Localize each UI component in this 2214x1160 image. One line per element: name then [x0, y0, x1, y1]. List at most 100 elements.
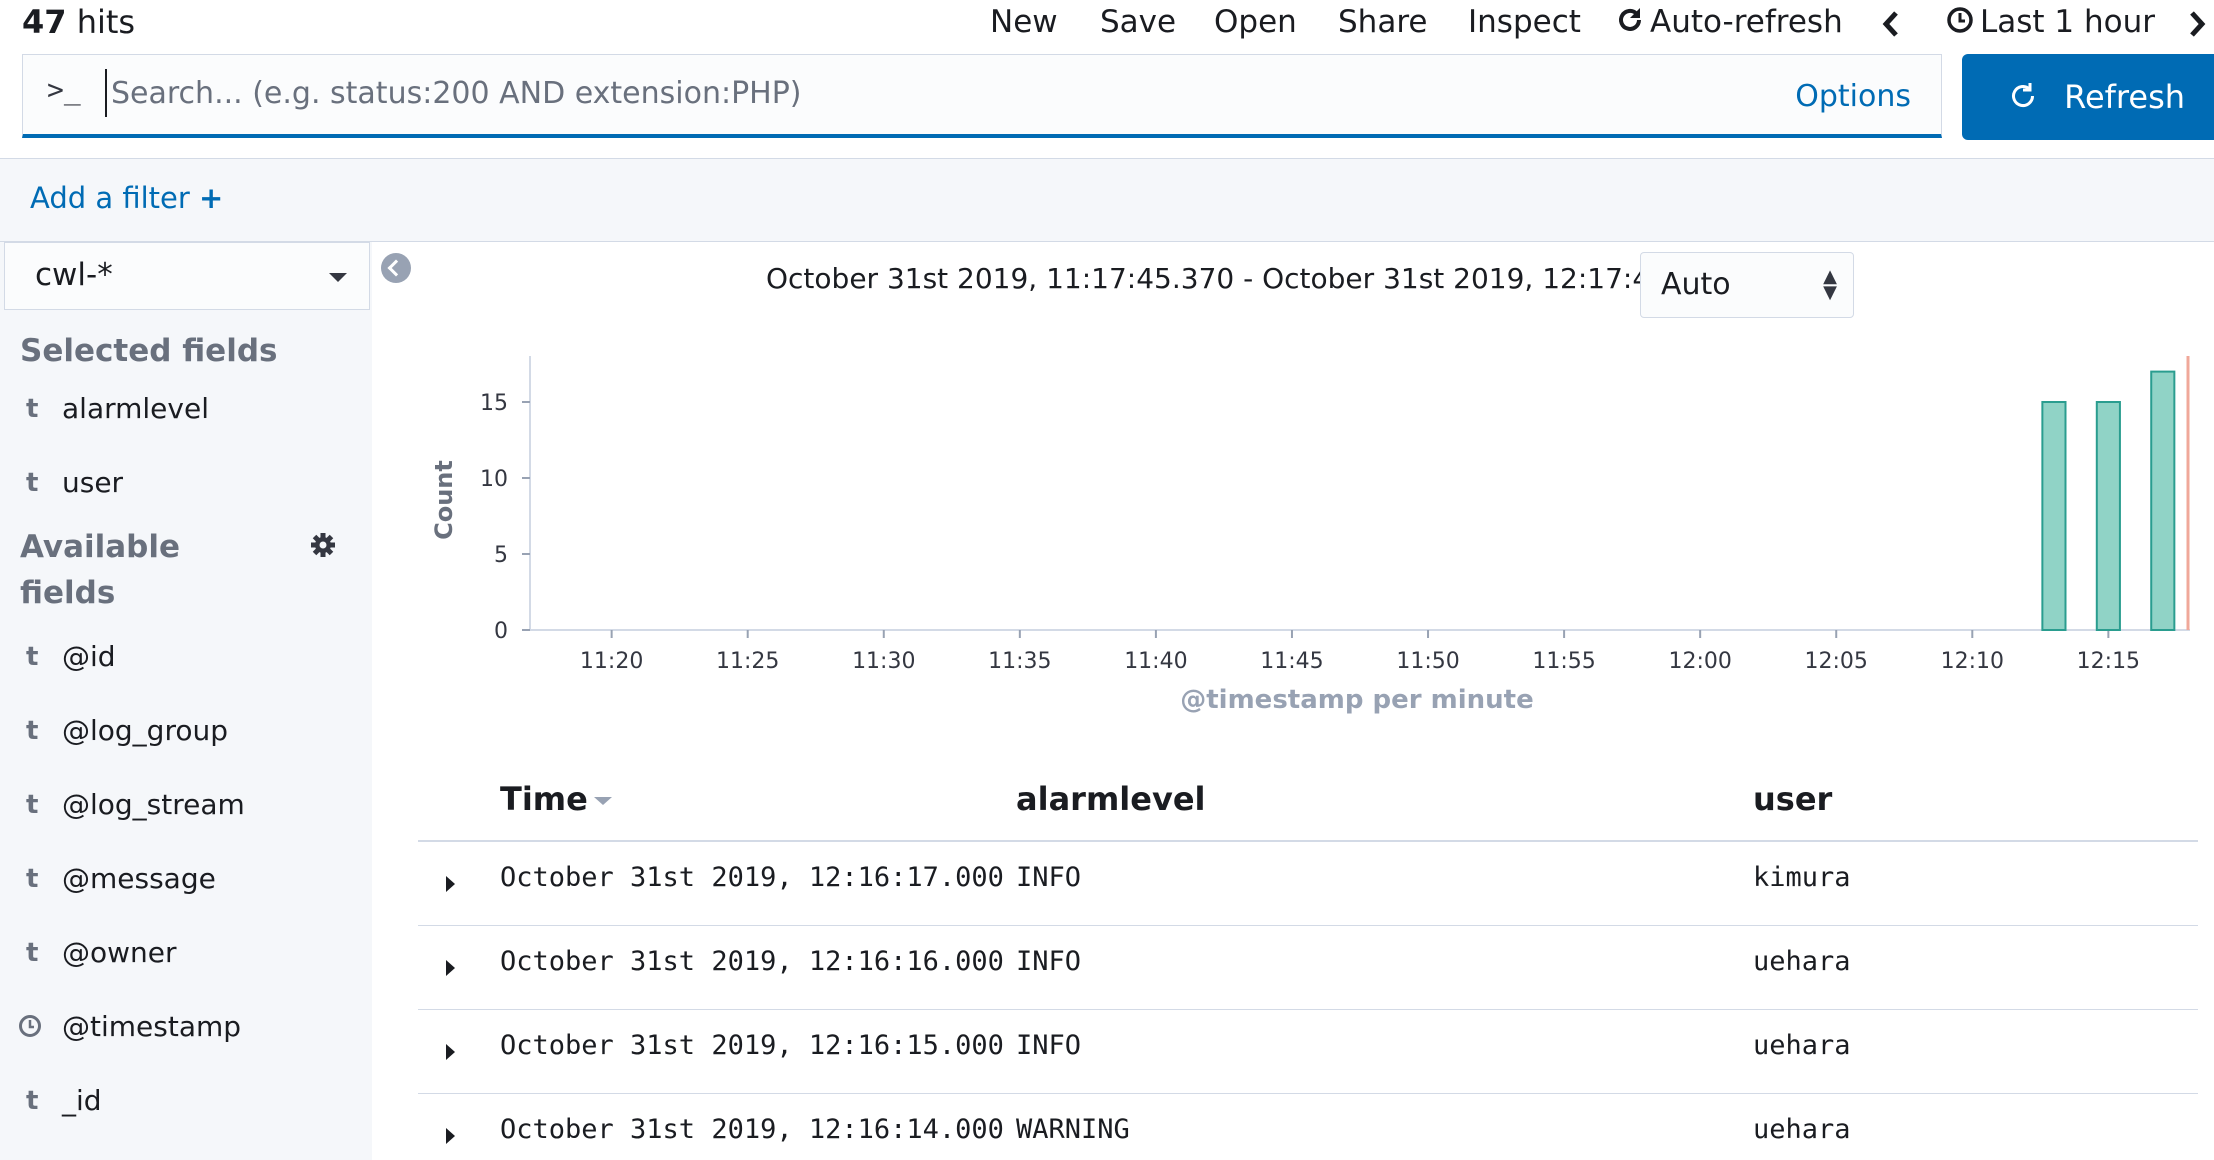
field-name: @message [62, 862, 216, 895]
field-item-id[interactable]: t @id [0, 630, 372, 686]
column-header-alarmlevel[interactable]: alarmlevel [1016, 780, 1205, 818]
gear-icon[interactable] [310, 532, 336, 562]
time-picker-button[interactable]: Last 1 hour [1946, 2, 2155, 42]
y-tick-label: 5 [494, 543, 508, 568]
string-type-icon: t [26, 864, 39, 894]
cell-time: October 31st 2019, 12:16:15.000 [500, 1030, 1004, 1061]
sort-caret-icon [593, 797, 612, 805]
string-type-icon: t [26, 394, 39, 424]
index-pattern-select[interactable]: cwl-* [4, 242, 370, 310]
open-button[interactable]: Open [1214, 2, 1297, 42]
column-header-user[interactable]: user [1753, 780, 1832, 818]
y-axis-label: Count [430, 460, 458, 540]
field-name: @log_stream [62, 788, 245, 821]
selected-fields-title: Selected fields [20, 333, 278, 369]
field-name: @timestamp [62, 1010, 242, 1043]
x-tick-label: 12:00 [1668, 649, 1731, 674]
x-axis-label: @timestamp per minute [1180, 685, 1533, 715]
string-type-icon: t [26, 642, 39, 672]
field-item-owner[interactable]: t @owner [0, 926, 372, 982]
cell-alarmlevel: INFO [1016, 1030, 1082, 1061]
add-filter-button[interactable]: Add a filter + [30, 181, 223, 215]
y-tick-label: 15 [480, 391, 508, 416]
field-item-log-stream[interactable]: t @log_stream [0, 778, 372, 834]
column-header-time[interactable]: Time [500, 780, 612, 818]
time-forward-button[interactable] [2186, 2, 2208, 42]
field-name: @log_group [62, 714, 229, 747]
time-picker-label: Last 1 hour [1980, 4, 2156, 40]
table-row: October 31st 2019, 12:16:16.000 INFO ueh… [418, 926, 2198, 1010]
field-name: alarmlevel [62, 392, 209, 425]
chart-bars [2041, 356, 2190, 631]
field-name: @owner [62, 936, 177, 969]
histogram-chart: 0 5 10 15 11:20 11:25 11:30 11:35 11:40 11:45 11:5… [430, 356, 2190, 715]
cell-time: October 31st 2019, 12:16:16.000 [500, 946, 1004, 977]
x-tick-label: 11:35 [988, 649, 1051, 674]
field-item-message[interactable]: t @message [0, 852, 372, 908]
auto-refresh-button[interactable]: Auto-refresh [1616, 2, 1843, 42]
inspect-button[interactable]: Inspect [1468, 2, 1581, 42]
field-item-user[interactable]: t user [0, 456, 372, 512]
refresh-button[interactable]: Refresh [1962, 54, 2214, 140]
string-type-icon: t [26, 790, 39, 820]
table-row: October 31st 2019, 12:16:15.000 INFO ueh… [418, 1010, 2198, 1094]
chevron-left-icon [1880, 4, 1902, 40]
expand-row-icon[interactable] [446, 1044, 455, 1060]
new-button[interactable]: New [990, 2, 1058, 42]
cell-alarmlevel: INFO [1016, 862, 1082, 893]
interval-select[interactable]: Auto ▲ ▼ [1640, 252, 1854, 318]
table-row: October 31st 2019, 12:16:17.000 INFO kim… [418, 842, 2198, 926]
field-name: @id [62, 640, 116, 673]
x-tick-label: 11:20 [580, 649, 643, 674]
cell-user: uehara [1753, 946, 1851, 977]
expand-row-icon[interactable] [446, 876, 455, 892]
query-bar: >_ Options [22, 54, 1942, 138]
field-item-alarmlevel[interactable]: t alarmlevel [0, 382, 372, 438]
x-tick-label: 12:15 [2077, 649, 2140, 674]
field-sidebar: cwl-* Selected fields t alarmlevel t use… [0, 242, 372, 1160]
refresh-icon [2008, 78, 2064, 116]
select-arrows-icon: ▲ ▼ [1823, 266, 1837, 303]
x-tick-label: 11:40 [1124, 649, 1187, 674]
y-tick-label: 0 [494, 619, 508, 644]
y-tick-label: 10 [480, 467, 508, 492]
query-prompt-icon: >_ [47, 73, 81, 106]
cell-time: October 31st 2019, 12:16:14.000 [500, 1114, 1004, 1145]
time-back-button[interactable] [1880, 2, 1902, 42]
field-name: _id [62, 1084, 102, 1117]
cell-time: October 31st 2019, 12:16:17.000 [500, 862, 1004, 893]
expand-row-icon[interactable] [446, 1128, 455, 1144]
cell-user: uehara [1753, 1030, 1851, 1061]
table-row: October 31st 2019, 12:16:14.000 WARNING … [418, 1094, 2198, 1160]
string-type-icon: t [26, 1086, 39, 1116]
x-tick-label: 11:30 [852, 649, 915, 674]
field-item-underscore-id[interactable]: t _id [0, 1074, 372, 1130]
filter-bar: Add a filter + [0, 158, 2214, 242]
clock-icon [1946, 4, 1974, 44]
histogram-bar [2095, 401, 2121, 631]
hits-count: 47 hits [22, 3, 136, 41]
top-bar: 47 hits New Save Open Share Inspect Auto… [0, 0, 2214, 48]
collapse-sidebar-icon[interactable] [381, 253, 411, 283]
field-name: user [62, 466, 124, 499]
expand-row-icon[interactable] [446, 960, 455, 976]
share-button[interactable]: Share [1338, 2, 1427, 42]
string-type-icon: t [26, 716, 39, 746]
options-link[interactable]: Options [1795, 79, 1911, 114]
x-tick-label: 11:45 [1260, 649, 1323, 674]
chevron-right-icon [2186, 4, 2208, 40]
field-item-timestamp[interactable]: @timestamp [0, 1000, 372, 1056]
interval-value: Auto [1661, 267, 1731, 302]
search-input[interactable] [105, 69, 1705, 117]
add-filter-label: Add a filter [30, 181, 190, 215]
histogram-bar [2150, 370, 2176, 631]
save-button[interactable]: Save [1100, 2, 1176, 42]
cell-user: uehara [1753, 1114, 1851, 1145]
field-item-log-group[interactable]: t @log_group [0, 704, 372, 760]
histogram-bar [2041, 401, 2067, 631]
clock-icon [18, 1014, 42, 1045]
x-tick-label: 11:25 [716, 649, 779, 674]
available-fields-title: Available fields [20, 529, 181, 611]
refresh-icon [1616, 4, 1644, 44]
cell-user: kimura [1753, 862, 1851, 893]
